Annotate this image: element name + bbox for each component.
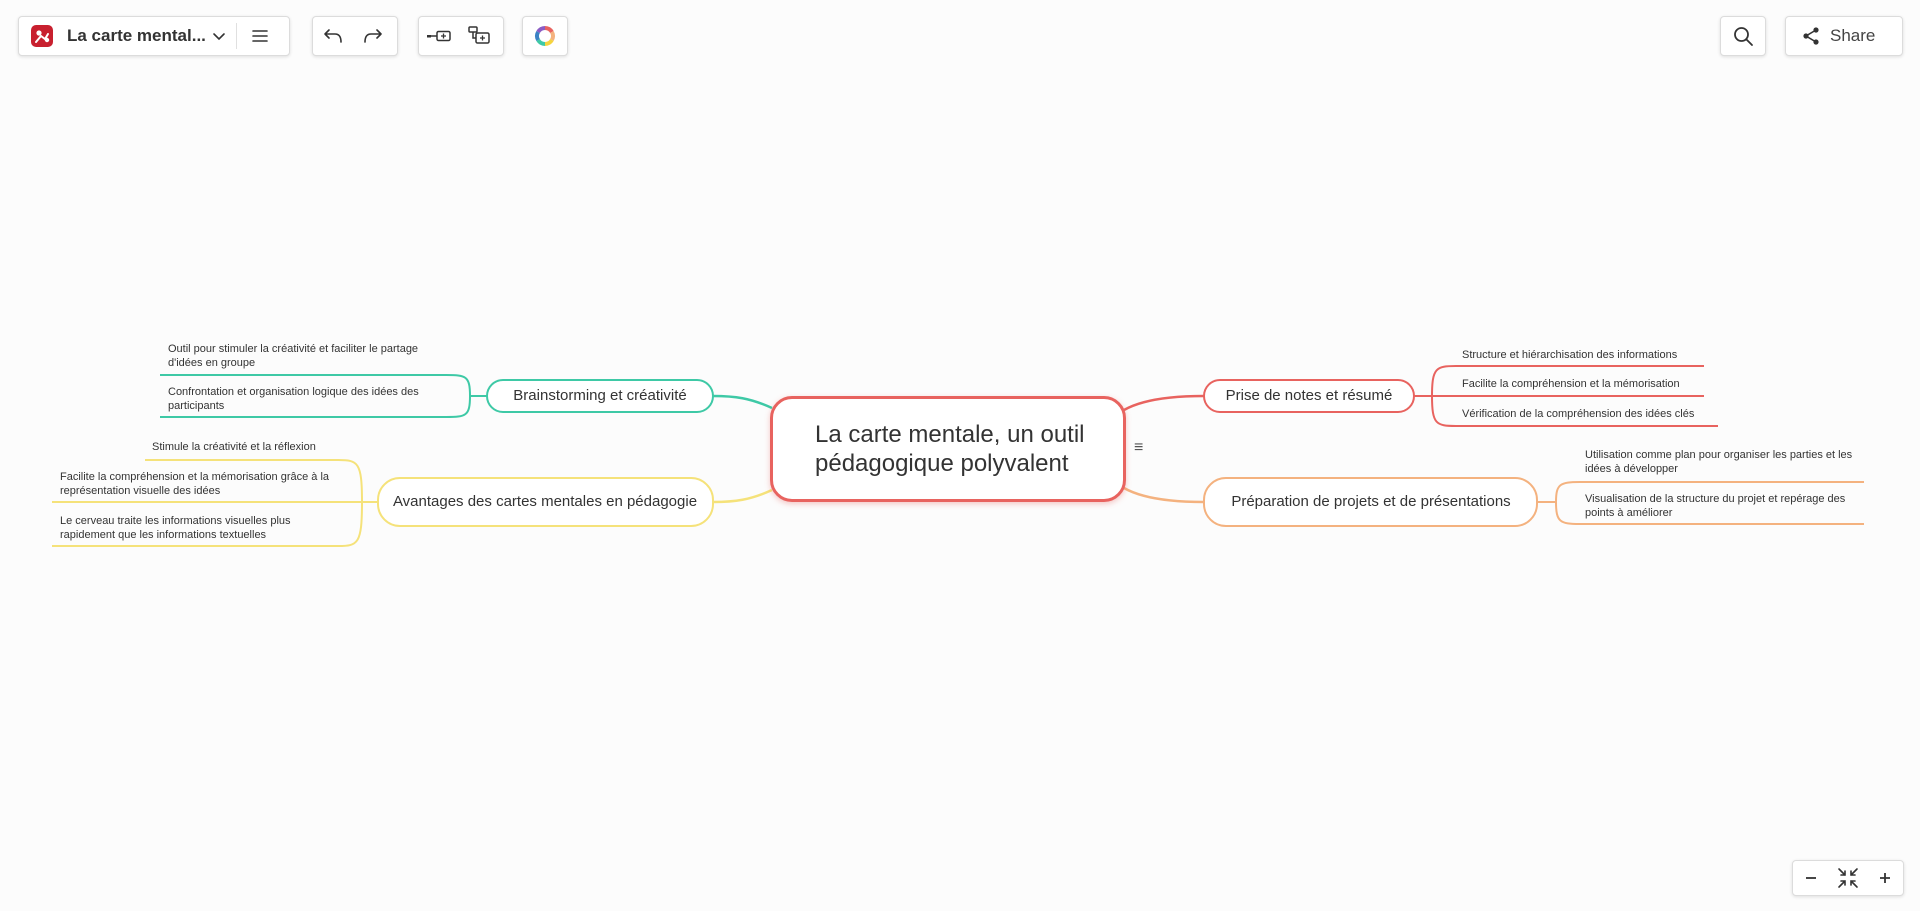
app-logo[interactable] — [25, 17, 59, 55]
leaf-text: Le cerveau traite les informations visue… — [60, 515, 291, 541]
plus-icon[interactable] — [1869, 862, 1901, 894]
mindmap-canvas[interactable]: La carte mentale, un outil pédagogique p… — [0, 0, 1920, 911]
node-menu-icon[interactable]: ≡ — [1134, 439, 1143, 457]
leaf-node[interactable]: Vérification de la compréhension des idé… — [1462, 407, 1732, 421]
leaf-node[interactable]: Visualisation de la structure du projet … — [1585, 492, 1860, 520]
leaf-node[interactable]: Confrontation et organisation logique de… — [168, 385, 428, 413]
leaf-text: Confrontation et organisation logique de… — [168, 386, 419, 412]
minus-icon[interactable] — [1795, 862, 1827, 894]
leaf-text: Outil pour stimuler la créativité et fac… — [168, 343, 419, 369]
leaf-node[interactable]: Structure et hiérarchisation des informa… — [1462, 348, 1722, 362]
leaf-node[interactable]: Utilisation comme plan pour organiser le… — [1585, 448, 1860, 476]
leaf-text: Stimule la créativité et la réflexion — [152, 441, 316, 453]
document-toolbar: La carte mental... — [18, 16, 290, 56]
central-topic-node[interactable]: La carte mentale, un outil pédagogique p… — [770, 396, 1126, 502]
history-toolbar — [312, 16, 398, 56]
add-child-node-icon[interactable] — [459, 17, 499, 55]
leaf-text: Vérification de la compréhension des idé… — [1462, 408, 1695, 420]
search-toolbar — [1720, 16, 1766, 56]
fit-to-screen-icon[interactable] — [1832, 862, 1864, 894]
redo-icon[interactable] — [353, 17, 393, 55]
add-sibling-node-icon[interactable] — [419, 17, 459, 55]
insert-toolbar — [418, 16, 504, 56]
leaf-text: Utilisation comme plan pour organiser le… — [1585, 449, 1853, 475]
share-icon — [1792, 17, 1830, 55]
toolbar-divider — [235, 23, 237, 49]
central-topic-text: La carte mentale, un outil pédagogique p… — [815, 421, 1085, 477]
leaf-node[interactable]: Facilite la compréhension et la mémorisa… — [60, 470, 346, 498]
leaf-node[interactable]: Stimule la créativité et la réflexion — [152, 440, 382, 454]
document-title[interactable]: La carte mental... — [67, 26, 206, 46]
leaf-node[interactable]: Le cerveau traite les informations visue… — [60, 514, 330, 542]
branch-label: Avantages des cartes mentales en pédagog… — [392, 493, 698, 510]
branch-label: Prise de notes et résumé — [1225, 387, 1393, 404]
zoom-controls — [1792, 860, 1904, 896]
chevron-down-icon[interactable] — [206, 17, 232, 55]
share-label: Share — [1830, 26, 1876, 45]
branch-preparation[interactable]: Préparation de projets et de présentatio… — [1215, 478, 1527, 526]
leaf-text: Structure et hiérarchisation des informa… — [1462, 349, 1678, 361]
leaf-node[interactable]: Facilite la compréhension et la mémorisa… — [1462, 377, 1722, 391]
undo-icon[interactable] — [313, 17, 353, 55]
leaf-text: Facilite la compréhension et la mémorisa… — [60, 471, 330, 497]
search-icon[interactable] — [1721, 17, 1765, 55]
branch-avantages[interactable]: Avantages des cartes mentales en pédagog… — [385, 478, 705, 526]
leaf-node[interactable]: Outil pour stimuler la créativité et fac… — [168, 342, 428, 370]
branch-prise-notes[interactable]: Prise de notes et résumé — [1204, 380, 1414, 412]
share-button[interactable]: Share — [1785, 16, 1903, 56]
hamburger-menu-icon[interactable] — [241, 17, 279, 55]
leaf-text: Visualisation de la structure du projet … — [1585, 493, 1846, 519]
branch-label: Préparation de projets et de présentatio… — [1231, 493, 1511, 510]
color-palette-icon[interactable] — [523, 17, 567, 55]
theme-toolbar — [522, 16, 568, 56]
branch-label: Brainstorming et créativité — [513, 387, 687, 404]
leaf-text: Facilite la compréhension et la mémorisa… — [1462, 378, 1680, 390]
branch-brainstorming[interactable]: Brainstorming et créativité — [487, 380, 713, 412]
